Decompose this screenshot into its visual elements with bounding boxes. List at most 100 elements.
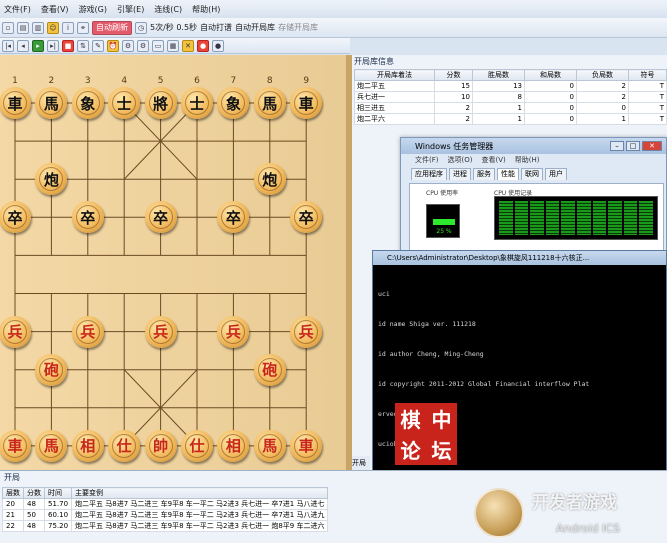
red-piece[interactable]: 馬 — [35, 429, 68, 462]
table-row[interactable]: 22 48 75.20 炮二平五 马8进7 马二进三 车9平8 车一平二 马2进… — [2, 520, 329, 532]
black-piece[interactable]: 象 — [71, 87, 104, 119]
black-piece[interactable]: 車 — [0, 87, 31, 119]
tab-applications[interactable]: 应用程序 — [411, 168, 447, 180]
auto-refresh-button[interactable]: 自动刷新 — [92, 20, 132, 35]
opening-header-loss[interactable]: 负局数 — [576, 69, 629, 81]
file-number-top: 4 — [121, 76, 128, 86]
tm-menu-view[interactable]: 查看(V) — [481, 155, 505, 165]
red-piece[interactable]: 仕 — [181, 429, 213, 462]
engine-header-pv[interactable]: 主要变例 — [71, 487, 329, 499]
console-title[interactable]: C:\Users\Administrator\Desktop\象棋旋风11121… — [373, 251, 666, 265]
black-piece[interactable]: 馬 — [253, 87, 286, 119]
opening-header-win[interactable]: 胜局数 — [472, 69, 525, 81]
alarm-icon[interactable]: ⏰ — [107, 39, 119, 52]
black-piece[interactable]: 馬 — [35, 87, 68, 119]
gear-icon[interactable]: ⚙ — [137, 39, 149, 52]
red-piece[interactable]: 兵 — [0, 315, 31, 348]
engine-header-score[interactable]: 分数 — [23, 487, 45, 499]
side-tab[interactable]: 开局 — [352, 456, 370, 470]
red-piece[interactable]: 兵 — [217, 315, 250, 348]
menu-engine[interactable]: 引擎(E) — [117, 4, 144, 15]
stop-icon[interactable]: ■ — [62, 39, 74, 52]
engine-score: 50 — [23, 509, 45, 521]
task-manager-titlebar[interactable]: Windows 任务管理器 – □ ✕ — [401, 138, 666, 154]
black-piece[interactable]: 卒 — [290, 201, 323, 234]
window-icon[interactable]: ▭ — [152, 39, 164, 52]
opening-header-score[interactable]: 分数 — [434, 69, 473, 81]
table-row[interactable]: 炮二平六 2 1 0 1 T — [354, 113, 667, 125]
menu-game[interactable]: 游戏(G) — [79, 4, 107, 15]
save-icon[interactable]: ▥ — [32, 21, 44, 34]
black-piece[interactable]: 士 — [108, 87, 141, 119]
table-row[interactable]: 兵七进一 10 8 0 2 T — [354, 91, 667, 103]
tab-users[interactable]: 用户 — [545, 168, 567, 180]
auto-opening-button[interactable]: 自动开局库 — [235, 22, 275, 33]
table-row[interactable]: 20 48 51.70 炮二平五 马8进7 马二进三 车9平8 车一平二 马2进… — [2, 498, 329, 510]
opening-header-move[interactable]: 开局库着法 — [354, 69, 435, 81]
engine-header-depth[interactable]: 层数 — [2, 487, 24, 499]
tab-networking[interactable]: 联网 — [521, 168, 543, 180]
minimize-icon[interactable]: – — [610, 141, 624, 151]
opening-header-draw[interactable]: 和局数 — [524, 69, 577, 81]
clock-icon[interactable]: ◷ — [135, 21, 147, 34]
close-icon[interactable]: ✕ — [642, 141, 662, 151]
red-piece[interactable]: 兵 — [290, 315, 323, 348]
black-piece[interactable]: 卒 — [71, 201, 104, 234]
red-piece[interactable]: 車 — [290, 429, 323, 462]
tm-menu-file[interactable]: 文件(F) — [415, 155, 439, 165]
table-row[interactable]: 相三进五 2 1 0 0 T — [354, 102, 667, 114]
red-piece[interactable]: 砲 — [253, 353, 286, 386]
tab-processes[interactable]: 进程 — [449, 168, 471, 180]
red-piece[interactable]: 相 — [217, 429, 250, 462]
smiley-icon[interactable]: ☺ — [47, 21, 59, 34]
red-piece[interactable]: 兵 — [144, 315, 177, 348]
tab-services[interactable]: 服务 — [473, 168, 495, 180]
menu-help[interactable]: 帮助(H) — [192, 4, 220, 15]
menu-connect[interactable]: 连线(C) — [154, 4, 182, 15]
tm-menu-options[interactable]: 选项(O) — [448, 155, 473, 165]
menu-view[interactable]: 查看(V) — [41, 4, 69, 15]
maximize-icon[interactable]: □ — [626, 141, 640, 151]
auto-play-button[interactable]: 自动打谱 — [200, 22, 232, 33]
black-side-icon[interactable]: ● — [212, 39, 224, 52]
open-icon[interactable]: ▤ — [17, 21, 29, 34]
link-icon[interactable]: ⚭ — [77, 21, 89, 34]
tm-menu-help[interactable]: 帮助(H) — [515, 155, 540, 165]
red-piece[interactable]: 仕 — [108, 429, 141, 462]
black-piece[interactable]: 車 — [290, 87, 323, 119]
menu-file[interactable]: 文件(F) — [4, 4, 31, 15]
black-piece[interactable]: 卒 — [217, 201, 250, 234]
info-icon[interactable]: i — [62, 21, 74, 34]
red-piece[interactable]: 帥 — [144, 429, 177, 462]
last-move-icon[interactable]: ▸| — [47, 39, 59, 52]
black-piece[interactable]: 將 — [144, 87, 177, 119]
tab-performance[interactable]: 性能 — [497, 168, 519, 180]
red-piece[interactable]: 砲 — [35, 353, 68, 386]
table-row[interactable]: 炮二平五 15 13 0 2 T — [354, 80, 667, 92]
black-piece[interactable]: 象 — [217, 87, 250, 119]
black-piece[interactable]: 卒 — [0, 201, 31, 234]
flip-board-icon[interactable]: ⇅ — [77, 39, 89, 52]
edit-board-icon[interactable]: ✎ — [92, 39, 104, 52]
next-move-icon[interactable]: ▸ — [32, 39, 44, 52]
engine-header-time[interactable]: 时间 — [43, 487, 73, 499]
black-piece[interactable]: 士 — [181, 87, 213, 119]
new-icon[interactable]: ▫ — [2, 21, 14, 34]
tile-icon[interactable]: ▦ — [167, 39, 179, 52]
red-piece[interactable]: 馬 — [253, 429, 286, 462]
engine-icon[interactable]: ⚙ — [122, 39, 134, 52]
black-piece[interactable]: 卒 — [144, 201, 177, 234]
x-icon[interactable]: ✕ — [182, 39, 194, 52]
opening-header-tag[interactable]: 符号 — [628, 69, 667, 81]
save-opening-button[interactable]: 存储开局库 — [278, 22, 318, 33]
red-piece[interactable]: 兵 — [71, 315, 104, 348]
red-side-icon[interactable]: ● — [197, 39, 209, 52]
black-piece[interactable]: 炮 — [253, 163, 286, 196]
xiangqi-board[interactable]: 123456789 九八七六五四三二一 車馬象士將士象馬車炮炮卒卒卒卒卒兵兵兵兵… — [0, 55, 350, 470]
first-move-icon[interactable]: |◂ — [2, 39, 14, 52]
red-piece[interactable]: 車 — [0, 429, 31, 462]
black-piece[interactable]: 炮 — [35, 163, 68, 196]
red-piece[interactable]: 相 — [71, 429, 104, 462]
table-row[interactable]: 21 50 60.10 炮二平五 马8进7 马二进三 车9平8 车一平二 马2进… — [2, 509, 329, 521]
prev-move-icon[interactable]: ◂ — [17, 39, 29, 52]
